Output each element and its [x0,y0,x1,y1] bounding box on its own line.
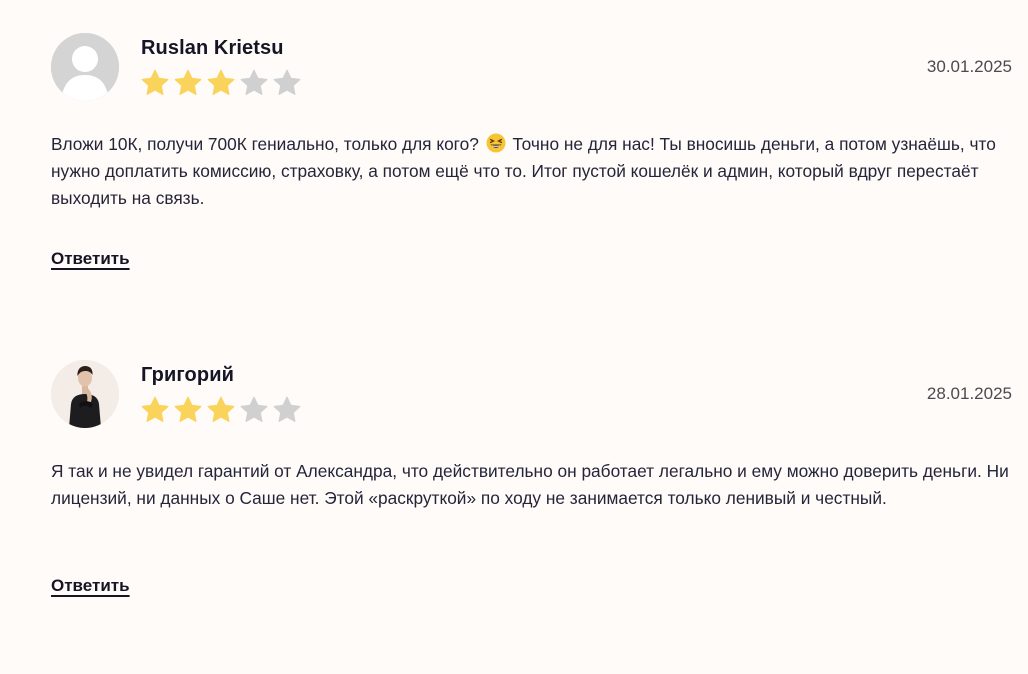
review-date: 28.01.2025 [926,384,1012,403]
star-filled-icon [206,395,236,425]
star-empty-icon [272,395,302,425]
user-photo-avatar [51,360,119,428]
default-user-avatar [51,33,119,101]
review-text: Вложи 10К, получи 700К гениально, только… [51,131,1012,212]
reply-link[interactable]: Ответить [51,249,130,269]
user-silhouette-icon [51,33,119,101]
review-date: 30.01.2025 [926,57,1012,76]
review-author: Ruslan Krietsu [141,37,284,59]
rating-stars [140,68,302,98]
star-filled-icon [173,68,203,98]
person-photo-icon [51,360,119,428]
reply-link[interactable]: Ответить [51,576,130,596]
star-empty-icon [272,68,302,98]
star-filled-icon [140,68,170,98]
star-empty-icon [239,68,269,98]
review-text: Я так и не увидел гарантий от Александра… [51,461,1009,508]
star-filled-icon [140,395,170,425]
star-filled-icon [206,68,236,98]
star-filled-icon [173,395,203,425]
review-author: Григорий [141,364,234,386]
grinning-squinting-face-emoji-icon [486,133,506,153]
review-text-part: Вложи 10К, получи 700К гениально, только… [51,134,479,154]
star-empty-icon [239,395,269,425]
rating-stars [140,395,302,425]
